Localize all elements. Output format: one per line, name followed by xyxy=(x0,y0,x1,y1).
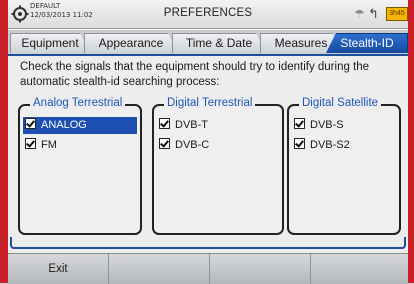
checkbox-checked-icon xyxy=(25,138,36,149)
checkbox-label: FM xyxy=(41,139,57,151)
softkey-2[interactable] xyxy=(109,254,210,284)
screen-title: PREFERENCES xyxy=(163,7,253,19)
group-analog-terrestrial: Analog Terrestrial ANALOG FM xyxy=(18,97,142,235)
gear-icon[interactable] xyxy=(11,5,29,23)
status-bar: DEFAULT 12/03/2013 11:02 PREFERENCES ☂ ↰… xyxy=(8,0,408,29)
profile-name: DEFAULT xyxy=(30,2,61,10)
checkbox-fm[interactable]: FM xyxy=(23,137,57,154)
group-digital-terrestrial: Digital Terrestrial DVB-T DVB-C xyxy=(152,97,284,235)
softkey-3[interactable] xyxy=(210,254,311,284)
battery-indicator: 3h45 xyxy=(386,7,408,21)
softkey-4[interactable] xyxy=(311,254,408,284)
checkbox-checked-icon xyxy=(25,118,36,129)
device-frame-left-edge xyxy=(0,0,8,283)
checkbox-checked-icon xyxy=(159,118,170,129)
exit-button[interactable]: Exit xyxy=(8,254,109,284)
checkbox-label: DVB-T xyxy=(175,119,208,131)
checkbox-label: DVB-S xyxy=(310,119,344,131)
group-title-digital-terrestrial: Digital Terrestrial xyxy=(164,97,256,109)
checkbox-dvb-s2[interactable]: DVB-S2 xyxy=(292,137,350,154)
checkbox-dvb-c[interactable]: DVB-C xyxy=(157,137,209,154)
group-digital-satellite: Digital Satellite DVB-S DVB-S2 xyxy=(287,97,401,235)
checkbox-label: ANALOG xyxy=(41,119,87,131)
antenna-icon: ☂ xyxy=(354,7,365,21)
group-title-digital-satellite: Digital Satellite xyxy=(299,97,382,109)
checkbox-dvb-s[interactable]: DVB-S xyxy=(292,117,344,134)
tab-strip: Equipment Appearance Time & Date Measure… xyxy=(8,30,408,54)
softkey-bar: Exit xyxy=(8,253,408,284)
instructions-text: Check the signals that the equipment sho… xyxy=(20,61,370,88)
checkbox-checked-icon xyxy=(159,138,170,149)
device-frame: DEFAULT 12/03/2013 11:02 PREFERENCES ☂ ↰… xyxy=(0,0,414,284)
stealth-id-panel: Check the signals that the equipment sho… xyxy=(8,54,408,253)
panel-bottom-border xyxy=(10,237,406,249)
datetime: 12/03/2013 11:02 xyxy=(30,11,93,19)
checkbox-analog[interactable]: ANALOG xyxy=(23,117,137,134)
device-frame-right-edge xyxy=(408,0,414,283)
checkbox-label: DVB-S2 xyxy=(310,139,350,151)
tab-appearance[interactable]: Appearance xyxy=(84,33,178,53)
profile-info: DEFAULT 12/03/2013 11:02 xyxy=(30,2,93,20)
screen: DEFAULT 12/03/2013 11:02 PREFERENCES ☂ ↰… xyxy=(8,0,408,284)
tab-stealth-id[interactable]: Stealth-ID xyxy=(326,33,408,53)
checkbox-checked-icon xyxy=(294,138,305,149)
group-title-analog-terrestrial: Analog Terrestrial xyxy=(30,97,126,109)
checkbox-dvb-t[interactable]: DVB-T xyxy=(157,117,208,134)
tab-equipment[interactable]: Equipment xyxy=(10,33,90,53)
tab-time-date[interactable]: Time & Date xyxy=(172,33,266,53)
checkbox-checked-icon xyxy=(294,118,305,129)
checkbox-label: DVB-C xyxy=(175,139,210,151)
signal-icon: ↰ xyxy=(368,6,379,21)
